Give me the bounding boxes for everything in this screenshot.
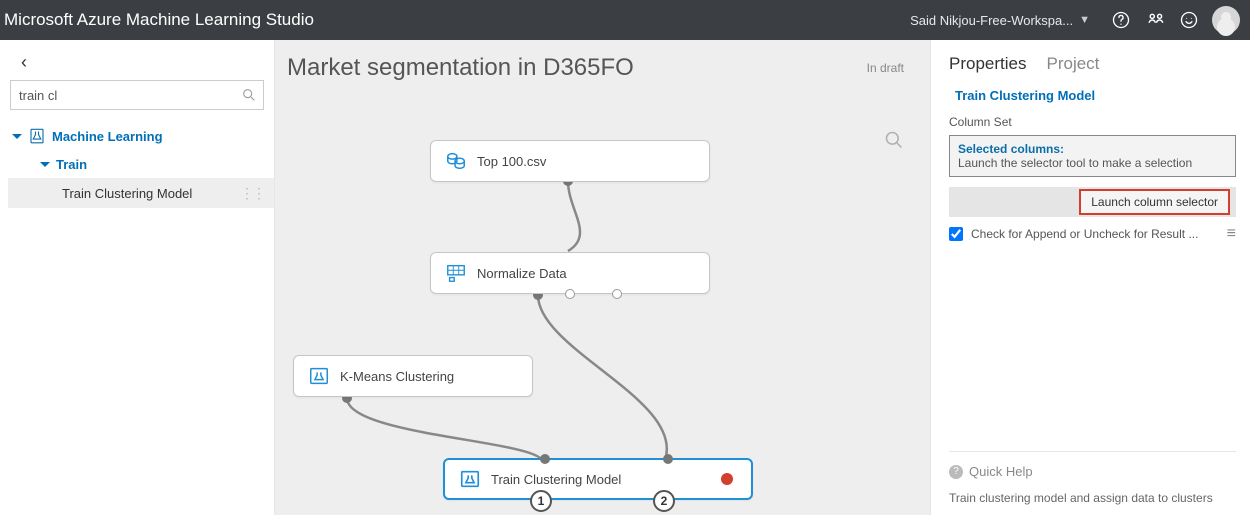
quick-help-title: ? Quick Help — [949, 464, 1236, 479]
drag-gripper-icon[interactable]: ⋮⋮ — [240, 185, 264, 202]
help-badge-icon: ? — [949, 465, 963, 479]
search-input[interactable] — [19, 88, 241, 103]
canvas-header: Market segmentation in D365FO In draft — [275, 40, 930, 86]
field-label-column-set: Column Set — [949, 115, 1236, 129]
tree-label: Machine Learning — [52, 129, 163, 144]
node-kmeans-clustering[interactable]: K-Means Clustering — [293, 355, 533, 397]
tree-node-train[interactable]: Train — [8, 150, 274, 178]
append-checkbox[interactable] — [949, 227, 963, 241]
normalize-icon — [445, 262, 467, 284]
workspace-label: Said Nikjou-Free-Workspa... — [910, 13, 1073, 28]
port-badge-2: 2 — [653, 490, 675, 512]
workspace-selector[interactable]: Said Nikjou-Free-Workspa... — [910, 13, 1073, 28]
output-port[interactable] — [565, 289, 575, 299]
chevron-down-icon[interactable]: ▼ — [1079, 14, 1090, 26]
tab-project[interactable]: Project — [1046, 54, 1099, 74]
quick-help: ? Quick Help Train clustering model and … — [949, 451, 1236, 515]
input-port-2[interactable] — [663, 454, 673, 464]
flask-icon — [28, 127, 46, 145]
node-label: K-Means Clustering — [340, 369, 454, 384]
search-icon[interactable] — [241, 87, 257, 103]
back-button[interactable]: ‹ — [12, 50, 36, 74]
port-badge-1: 1 — [530, 490, 552, 512]
quick-help-title-label: Quick Help — [969, 464, 1033, 479]
more-menu-icon[interactable]: ≡ — [1227, 225, 1236, 243]
node-train-clustering-model[interactable]: Train Clustering Model 1 2 — [443, 458, 753, 500]
selected-columns-label: Selected columns: — [958, 142, 1227, 156]
module-sidebar: ‹ Machine Learning Train Train Clusterin… — [0, 40, 275, 515]
caret-down-icon — [12, 134, 22, 139]
properties-panel: Properties Project Train Clustering Mode… — [930, 40, 1250, 515]
launch-column-selector-button[interactable]: Launch column selector — [1079, 189, 1230, 215]
module-search[interactable] — [10, 80, 264, 110]
output-port[interactable] — [612, 289, 622, 299]
input-port-1[interactable] — [540, 454, 550, 464]
help-icon[interactable] — [1104, 3, 1138, 37]
node-label: Normalize Data — [477, 266, 567, 281]
model-icon — [308, 365, 330, 387]
share-icon[interactable] — [1138, 3, 1172, 37]
section-train-clustering-model[interactable]: Train Clustering Model — [949, 88, 1236, 103]
dataset-icon — [445, 150, 467, 172]
node-top100csv[interactable]: Top 100.csv — [430, 140, 710, 182]
tab-properties[interactable]: Properties — [949, 54, 1026, 74]
section-title-label: Train Clustering Model — [955, 88, 1095, 103]
zoom-icon[interactable] — [884, 130, 904, 150]
tree-node-machine-learning[interactable]: Machine Learning — [8, 122, 274, 150]
append-result-checkbox-row: Check for Append or Uncheck for Result .… — [949, 225, 1236, 243]
checkbox-label: Check for Append or Uncheck for Result .… — [971, 227, 1198, 241]
experiment-title: Market segmentation in D365FO — [287, 54, 634, 82]
error-indicator-icon[interactable] — [721, 473, 733, 485]
node-normalize-data[interactable]: Normalize Data — [430, 252, 710, 294]
selected-columns-message: Launch the selector tool to make a selec… — [958, 156, 1227, 170]
tree-leaf-label: Train Clustering Model — [62, 186, 192, 201]
node-label: Top 100.csv — [477, 154, 546, 169]
column-set-box: Selected columns: Launch the selector to… — [949, 135, 1236, 177]
experiment-status: In draft — [867, 61, 904, 75]
caret-down-icon — [40, 162, 50, 167]
tree-leaf-train-clustering-model[interactable]: Train Clustering Model ⋮⋮ — [8, 178, 274, 208]
app-title: Microsoft Azure Machine Learning Studio — [0, 10, 314, 30]
tree-label: Train — [56, 157, 87, 172]
train-icon — [459, 468, 481, 490]
experiment-canvas[interactable]: Market segmentation in D365FO In draft T… — [275, 40, 930, 515]
node-label: Train Clustering Model — [491, 472, 621, 487]
properties-tabs: Properties Project — [949, 54, 1236, 74]
top-bar: Microsoft Azure Machine Learning Studio … — [0, 0, 1250, 40]
user-avatar[interactable] — [1212, 6, 1240, 34]
quick-help-body: Train clustering model and assign data t… — [949, 489, 1236, 507]
launch-row: Launch column selector — [949, 187, 1236, 217]
feedback-smile-icon[interactable] — [1172, 3, 1206, 37]
